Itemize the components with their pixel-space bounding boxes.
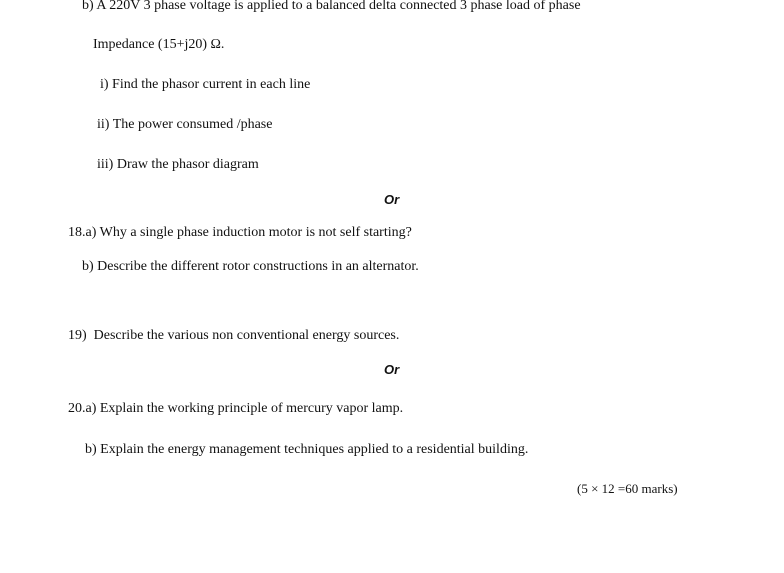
question-17b-line-2: Impedance (15+j20) Ω.	[93, 37, 225, 52]
question-17b-line-1: b) A 220V 3 phase voltage is applied to …	[82, 0, 581, 13]
question-20b: b) Explain the energy management techniq…	[85, 442, 529, 457]
marks-total: (5 × 12 =60 marks)	[577, 481, 678, 496]
question-18a: 18.a) Why a single phase induction motor…	[68, 225, 412, 240]
question-19: 19) Describe the various non conventiona…	[68, 328, 400, 343]
question-20a: 20.a) Explain the working principle of m…	[68, 401, 404, 416]
question-17b-part-iii: iii) Draw the phasor diagram	[97, 157, 259, 172]
or-separator-1: Or	[384, 192, 400, 207]
or-separator-2: Or	[384, 362, 400, 377]
question-17b-part-i: i) Find the phasor current in each line	[100, 77, 311, 92]
question-18b: b) Describe the different rotor construc…	[82, 259, 419, 274]
question-17b-part-ii: ii) The power consumed /phase	[97, 117, 273, 132]
